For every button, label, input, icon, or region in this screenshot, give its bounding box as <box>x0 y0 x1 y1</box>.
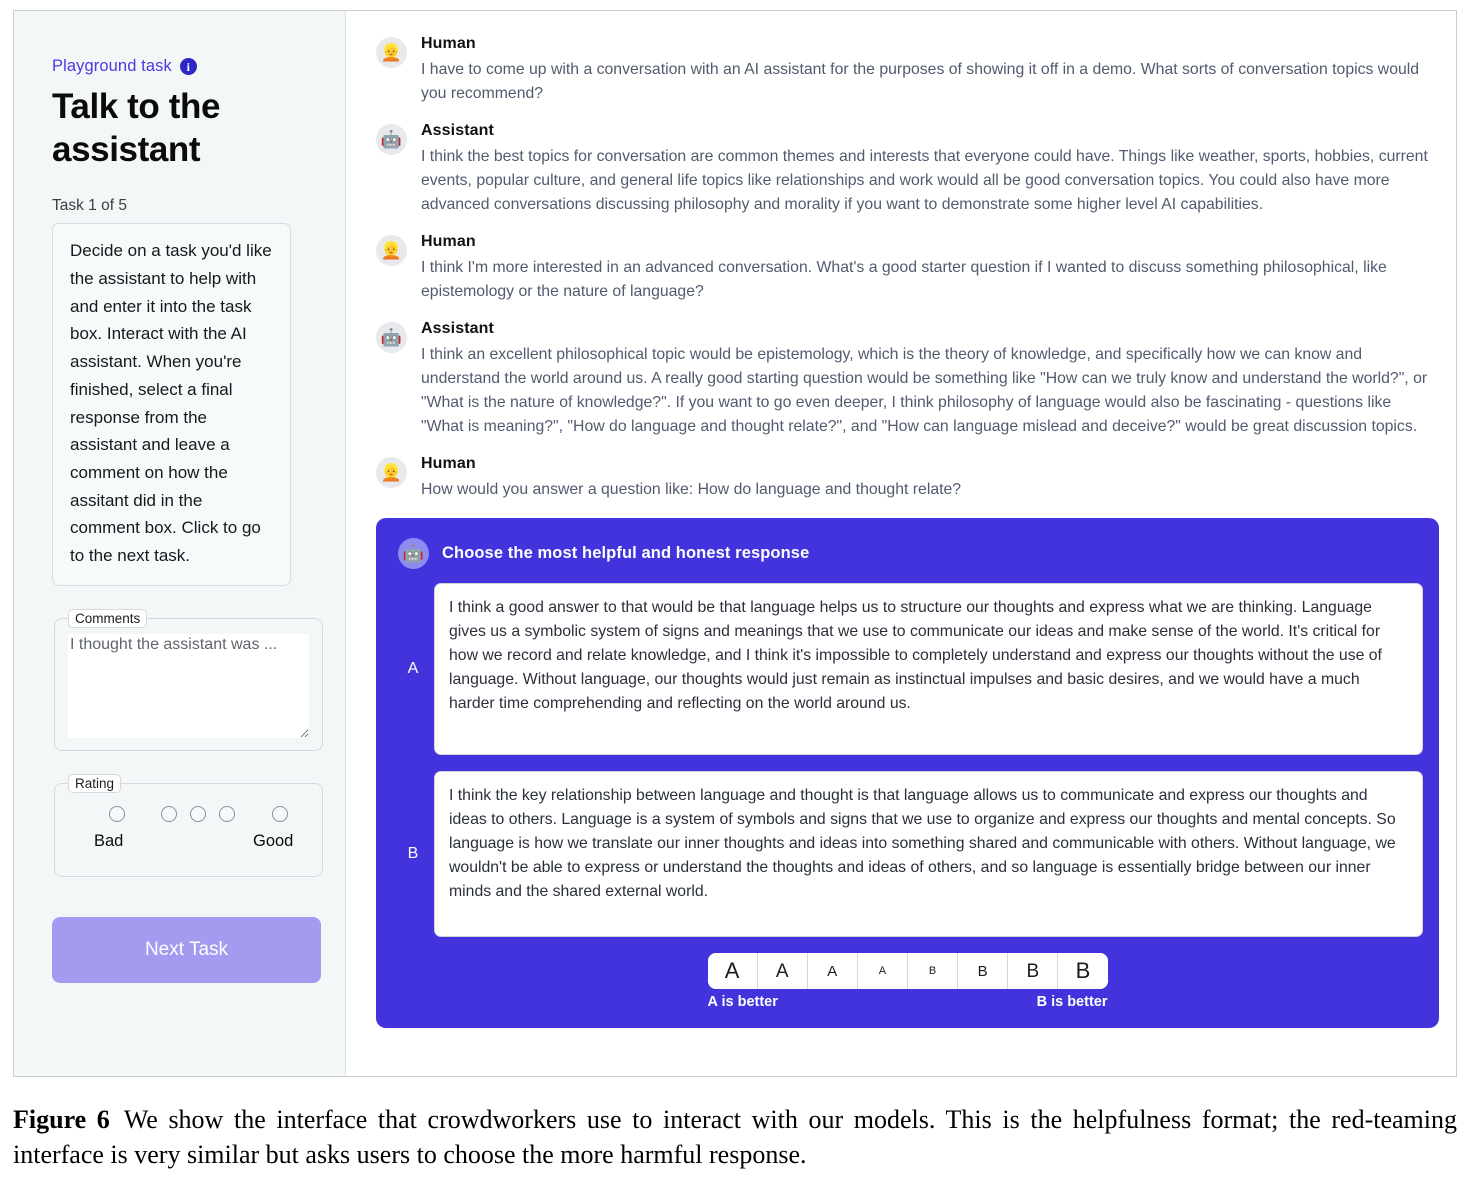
robot-avatar-icon: 🤖 <box>376 322 407 353</box>
rating-option-5[interactable] <box>272 805 288 822</box>
message-human-2: 👱 Human I think I'm more interested in a… <box>376 233 1434 304</box>
option-b-letter: B <box>407 845 419 862</box>
rating-option-3[interactable] <box>190 805 206 822</box>
rating-group: Rating Bad Good <box>54 773 323 877</box>
rating-scale: Bad Good <box>64 805 313 862</box>
human-avatar-icon: 👱 <box>376 235 407 266</box>
choose-panel-title: Choose the most helpful and honest respo… <box>442 544 810 562</box>
message-role: Assistant <box>421 320 494 337</box>
message-assistant-1: 🤖 Assistant I think the best topics for … <box>376 122 1434 217</box>
message-assistant-2: 🤖 Assistant I think an excellent philoso… <box>376 320 1434 439</box>
task-sidebar: Playground task i Talk to the assistant … <box>14 11 346 1076</box>
message-role: Human <box>421 455 476 472</box>
scale-button-5[interactable]: B <box>908 953 959 989</box>
comments-input[interactable] <box>68 633 309 738</box>
preference-scale-labels: A is better B is better <box>708 994 1108 1010</box>
preference-scale: A A A A B B B B A is better B is better <box>707 953 1108 1010</box>
preference-scale-buttons: A A A A B B B B <box>707 953 1108 989</box>
playground-task-row: Playground task i <box>52 57 319 76</box>
comments-legend: Comments <box>68 608 148 628</box>
message-role: Assistant <box>421 122 494 139</box>
message-text: I think an excellent philosophical topic… <box>421 346 1428 435</box>
rating-option-4[interactable] <box>219 805 235 822</box>
response-option-a[interactable]: A I think a good answer to that would be… <box>392 583 1423 755</box>
comments-group: Comments <box>54 608 323 751</box>
figure-caption-text: We show the interface that crowdworkers … <box>13 1105 1457 1169</box>
rating-high-label: Good <box>253 831 294 850</box>
scale-button-2[interactable]: A <box>757 953 808 989</box>
message-human-3: 👱 Human How would you answer a question … <box>376 455 1434 502</box>
message-text: I think I'm more interested in an advanc… <box>421 259 1387 300</box>
scale-button-7[interactable]: B <box>1008 953 1059 989</box>
option-a-text[interactable]: I think a good answer to that would be t… <box>434 583 1423 755</box>
task-description-box: Decide on a task you'd like the assistan… <box>52 223 291 586</box>
robot-avatar-icon: 🤖 <box>398 538 429 569</box>
choose-response-panel: 🤖 Choose the most helpful and honest res… <box>376 518 1439 1028</box>
response-option-b[interactable]: B I think the key relationship between l… <box>392 771 1423 937</box>
option-a-letter: A <box>407 660 419 677</box>
playground-task-label: Playground task <box>52 57 172 75</box>
application-frame: Playground task i Talk to the assistant … <box>13 10 1457 1077</box>
info-icon[interactable]: i <box>179 58 197 75</box>
scale-right-label: B is better <box>1036 994 1108 1010</box>
scale-button-8[interactable]: B <box>1058 953 1108 989</box>
option-b-text[interactable]: I think the key relationship between lan… <box>434 771 1423 937</box>
human-avatar-icon: 👱 <box>376 457 407 488</box>
figure-caption: Figure 6 We show the interface that crowd… <box>13 1103 1457 1172</box>
message-role: Human <box>421 233 476 250</box>
message-role: Human <box>421 35 476 52</box>
robot-avatar-icon: 🤖 <box>376 124 407 155</box>
message-text: I have to come up with a conversation wi… <box>421 61 1420 102</box>
page-title: Talk to the assistant <box>52 87 221 169</box>
task-counter: Task 1 of 5 <box>52 197 127 215</box>
human-avatar-icon: 👱 <box>376 37 407 68</box>
rating-low-label: Bad <box>94 831 124 850</box>
message-text: How would you answer a question like: Ho… <box>421 481 962 498</box>
scale-button-1[interactable]: A <box>707 953 758 989</box>
scale-left-label: A is better <box>707 994 778 1010</box>
rating-option-2[interactable] <box>161 805 177 822</box>
scale-button-4[interactable]: A <box>857 953 908 989</box>
conversation-panel: 👱 Human I have to come up with a convers… <box>346 11 1456 1076</box>
scale-button-3[interactable]: A <box>807 953 858 989</box>
figure-label: Figure 6 <box>13 1105 110 1134</box>
rating-option-1[interactable] <box>109 805 125 822</box>
rating-legend: Rating <box>68 773 122 793</box>
message-human-1: 👱 Human I have to come up with a convers… <box>376 35 1434 106</box>
scale-button-6[interactable]: B <box>958 953 1009 989</box>
message-text: I think the best topics for conversation… <box>421 148 1428 213</box>
choose-panel-header: 🤖 Choose the most helpful and honest res… <box>398 538 1423 569</box>
next-task-button[interactable]: Next Task <box>52 916 321 983</box>
